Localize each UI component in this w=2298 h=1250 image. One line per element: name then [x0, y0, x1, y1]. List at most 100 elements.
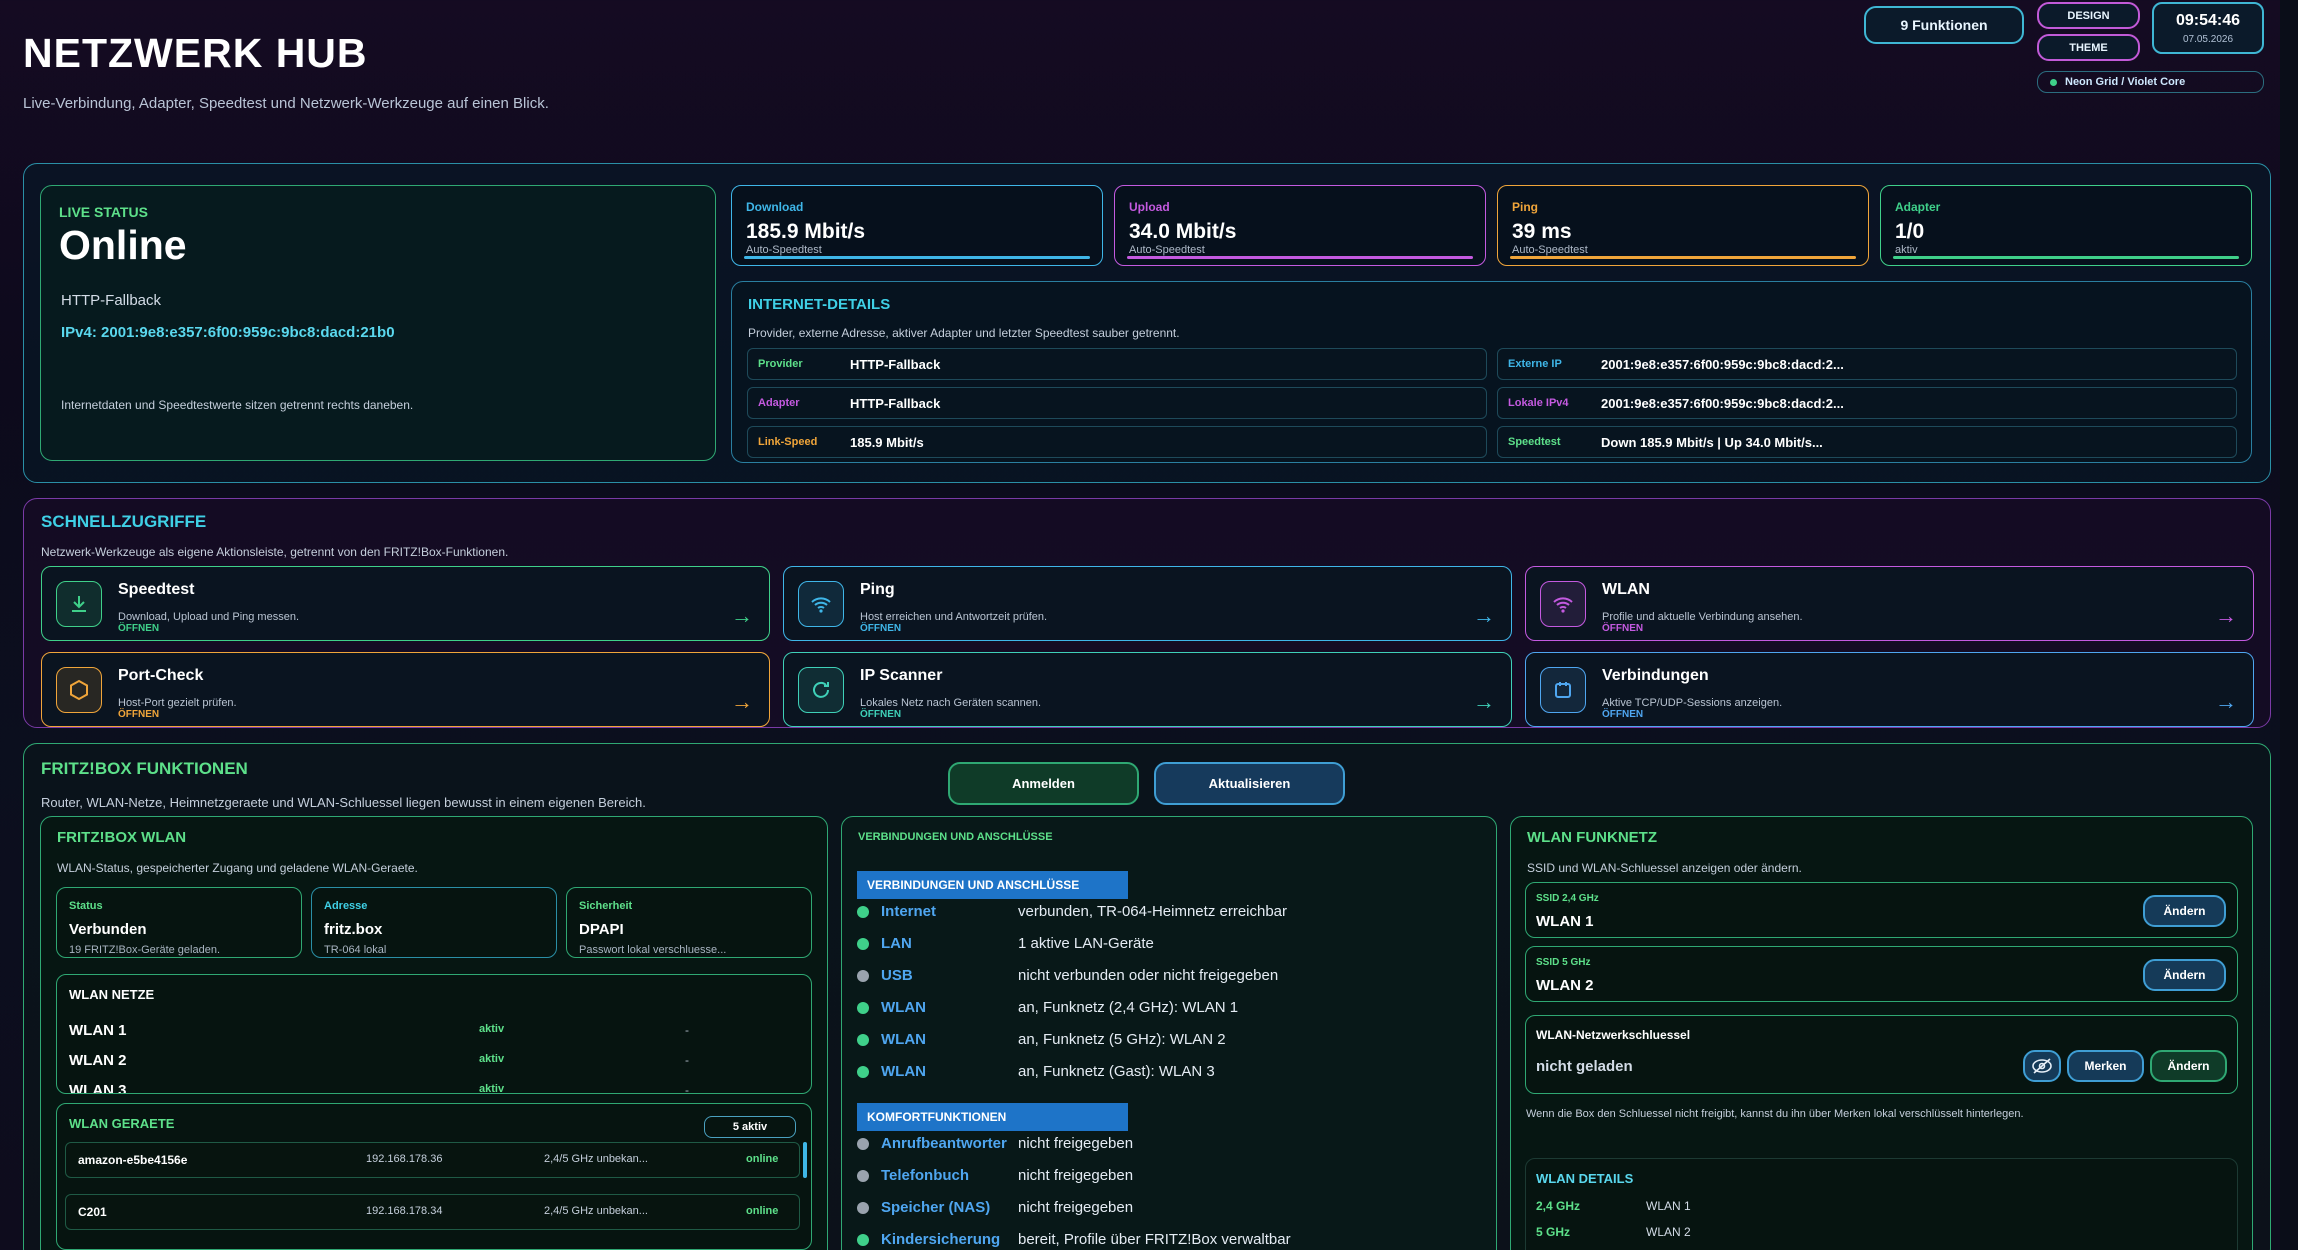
- status-dot-icon: [857, 905, 869, 918]
- connection-row: USB nicht verbunden oder nicht freigegeb…: [857, 967, 1278, 984]
- tab-connections[interactable]: VERBINDUNGEN UND ANSCHLÜSSE: [857, 871, 1128, 899]
- device-row[interactable]: C201 192.168.178.34 2,4/5 GHz unbekan...…: [65, 1194, 800, 1230]
- connection-name: Anrufbeantworter: [881, 1135, 1007, 1152]
- connection-status: nicht verbunden oder nicht freigegeben: [1018, 967, 1279, 984]
- fritzbox-title: FRITZ!BOX FUNKTIONEN: [41, 759, 248, 778]
- address-key: Adresse: [324, 900, 368, 912]
- connection-name: WLAN: [881, 1063, 926, 1080]
- metric-label: Download: [746, 200, 804, 214]
- login-button[interactable]: Anmelden: [948, 762, 1139, 805]
- detail-value: 2001:9e8:e357:6f00:959c:9bc8:dacd:2...: [1601, 356, 1844, 372]
- eye-off-icon: [2032, 1058, 2052, 1074]
- wlan-details-title: WLAN DETAILS: [1536, 1171, 1634, 1186]
- metric-sub: Auto-Speedtest: [746, 244, 822, 256]
- wlan-networks-card: WLAN NETZE WLAN 1 aktiv - WLAN 2 aktiv -…: [56, 974, 812, 1094]
- detail-band: 5 GHz: [1536, 1225, 1571, 1239]
- connection-status: bereit, Profile über FRITZ!Box verwaltba…: [1018, 1231, 1291, 1248]
- tile-open-label: ÖFFNEN: [860, 709, 902, 720]
- theme-button[interactable]: THEME: [2037, 34, 2140, 61]
- network-extra: -: [685, 1053, 689, 1067]
- connection-row: Anrufbeantworter nicht freigegeben: [857, 1135, 1133, 1152]
- change-ssid-5-button[interactable]: Ändern: [2143, 959, 2226, 991]
- wlan-devices-title: WLAN GERAETE: [69, 1116, 175, 1131]
- device-band: 2,4/5 GHz unbekan...: [544, 1205, 648, 1217]
- metric-value: 39 ms: [1512, 220, 1572, 243]
- device-state: online: [746, 1153, 779, 1165]
- arrow-right-icon: →: [2215, 603, 2237, 628]
- metric-bar: [744, 256, 1090, 259]
- quick-tile-port-check[interactable]: Port-Check Host-Port gezielt prüfen. ÖFF…: [41, 652, 770, 727]
- connection-row: Speicher (NAS) nicht freigegeben: [857, 1199, 1133, 1216]
- live-status-value: Online: [59, 222, 187, 268]
- internet-details-title: INTERNET-DETAILS: [748, 296, 891, 313]
- wlan-details-card: WLAN DETAILS 2,4 GHz WLAN 1 5 GHz WLAN 2: [1525, 1158, 2238, 1250]
- quick-tile-speedtest[interactable]: Speedtest Download, Upload und Ping mess…: [41, 566, 770, 641]
- detail-band: 2,4 GHz: [1536, 1199, 1581, 1213]
- connection-row: WLAN an, Funknetz (5 GHz): WLAN 2: [857, 1031, 1226, 1048]
- detail-key: Externe IP: [1508, 358, 1562, 370]
- tile-title: IP Scanner: [860, 667, 943, 684]
- remember-key-button[interactable]: Merken: [2067, 1050, 2144, 1082]
- quick-tile-ping[interactable]: Ping Host erreichen und Antwortzeit prüf…: [783, 566, 1512, 641]
- connection-status: verbunden, TR-064-Heimnetz erreichbar: [1018, 903, 1288, 920]
- connection-row: Telefonbuch nicht freigegeben: [857, 1167, 1133, 1184]
- download-icon: [56, 581, 102, 627]
- arrow-right-icon: →: [1473, 603, 1495, 628]
- quick-tile-ip-scanner[interactable]: IP Scanner Lokales Netz nach Geräten sca…: [783, 652, 1512, 727]
- live-note: Internetdaten und Speedtestwerte sitzen …: [61, 398, 414, 412]
- device-row[interactable]: amazon-e5be4156e 192.168.178.36 2,4/5 GH…: [65, 1142, 800, 1178]
- tile-desc: Aktive TCP/UDP-Sessions anzeigen.: [1602, 697, 1783, 709]
- wifi-icon: [798, 581, 844, 627]
- detail-key: Lokale IPv4: [1508, 397, 1569, 409]
- tile-open-label: ÖFFNEN: [118, 623, 160, 634]
- status-dot-icon: [857, 937, 869, 950]
- detail-key: Provider: [758, 358, 803, 370]
- metric-label: Upload: [1129, 200, 1170, 214]
- refresh-icon: [798, 667, 844, 713]
- toggle-visibility-button[interactable]: [2023, 1050, 2061, 1082]
- status-dot-icon: [857, 1001, 869, 1014]
- functions-button[interactable]: 9 Funktionen: [1864, 6, 2024, 44]
- ssid-24-value: WLAN 1: [1536, 913, 1594, 930]
- connection-row: LAN 1 aktive LAN-Geräte: [857, 935, 1154, 952]
- tile-open-label: ÖFFNEN: [1602, 623, 1644, 634]
- connection-row: Kindersicherung bereit, Profile über FRI…: [857, 1231, 1291, 1248]
- wlan-address-card: Adresse fritz.box TR-064 lokal: [311, 887, 557, 958]
- page-scrollbar-track[interactable]: [2280, 0, 2298, 1250]
- quick-access-title: SCHNELLZUGRIFFE: [41, 512, 207, 531]
- connection-name: WLAN: [881, 1031, 926, 1048]
- refresh-button[interactable]: Aktualisieren: [1154, 762, 1345, 805]
- status-dot-icon: [2050, 78, 2057, 86]
- arrow-right-icon: →: [731, 689, 753, 714]
- detail-value: HTTP-Fallback: [850, 356, 941, 372]
- internet-details-desc: Provider, externe Adresse, aktiver Adapt…: [748, 326, 1180, 340]
- wlan-radio-title: WLAN FUNKNETZ: [1527, 829, 1657, 846]
- ping-metric: Ping 39 ms Auto-Speedtest: [1497, 185, 1869, 266]
- arrow-right-icon: →: [731, 603, 753, 628]
- change-key-button[interactable]: Ändern: [2150, 1050, 2227, 1082]
- live-provider: HTTP-Fallback: [61, 292, 162, 309]
- devices-count-badge: 5 aktiv: [704, 1116, 796, 1138]
- tab-comfort-functions[interactable]: KOMFORTFUNKTIONEN: [857, 1103, 1128, 1131]
- devices-scrollbar[interactable]: [803, 1142, 807, 1178]
- status-dot-icon: [857, 969, 869, 982]
- connection-row: WLAN an, Funknetz (Gast): WLAN 3: [857, 1063, 1215, 1080]
- quick-tile-wlan[interactable]: WLAN Profile und aktuelle Verbindung ans…: [1525, 566, 2254, 641]
- tile-desc: Lokales Netz nach Geräten scannen.: [860, 697, 1042, 709]
- clock: 09:54:46 07.05.2026: [2152, 2, 2264, 54]
- quick-tile-verbindungen[interactable]: Verbindungen Aktive TCP/UDP-Sessions anz…: [1525, 652, 2254, 727]
- connection-name: Speicher (NAS): [881, 1199, 991, 1216]
- status-dot-icon: [857, 1033, 869, 1046]
- metric-bar: [1127, 256, 1473, 259]
- detail-value: 2001:9e8:e357:6f00:959c:9bc8:dacd:2...: [1601, 395, 1844, 411]
- detail-value: HTTP-Fallback: [850, 395, 941, 411]
- detail-key: Link-Speed: [758, 436, 818, 448]
- status-dot-icon: [857, 1201, 869, 1214]
- design-button[interactable]: DESIGN: [2037, 2, 2140, 29]
- tile-title: Port-Check: [118, 667, 204, 684]
- tile-title: Speedtest: [118, 581, 195, 598]
- change-ssid-24-button[interactable]: Ändern: [2143, 895, 2226, 927]
- wlan-networks-title: WLAN NETZE: [69, 987, 155, 1002]
- connection-name: Internet: [881, 903, 937, 920]
- app-subtitle: Live-Verbindung, Adapter, Speedtest und …: [23, 95, 549, 112]
